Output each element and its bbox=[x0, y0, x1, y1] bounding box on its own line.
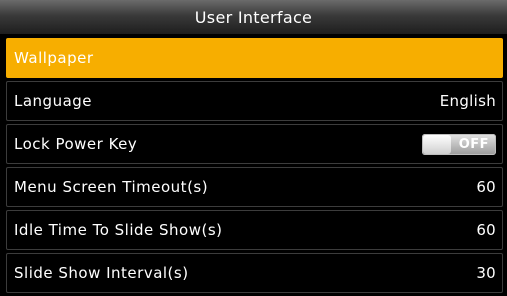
menu-item-slide-show-interval[interactable]: Slide Show Interval(s) 30 bbox=[6, 253, 503, 293]
menu-item-label: Menu Screen Timeout(s) bbox=[14, 178, 209, 196]
menu-item-wallpaper[interactable]: Wallpaper bbox=[6, 38, 503, 78]
menu-item-value: 30 bbox=[476, 264, 496, 282]
toggle-state-label: OFF bbox=[458, 136, 489, 152]
menu-item-lock-power-key[interactable]: Lock Power Key OFF bbox=[6, 124, 503, 164]
menu-item-idle-time-to-slide-show[interactable]: Idle Time To Slide Show(s) 60 bbox=[6, 210, 503, 250]
toggle-knob bbox=[423, 134, 451, 154]
menu-item-label: Idle Time To Slide Show(s) bbox=[14, 221, 223, 239]
page-title: User Interface bbox=[0, 0, 507, 34]
menu-item-label: Slide Show Interval(s) bbox=[14, 264, 189, 282]
menu-item-value: 60 bbox=[476, 221, 496, 239]
lock-power-key-toggle[interactable]: OFF bbox=[422, 133, 496, 155]
menu-item-menu-screen-timeout[interactable]: Menu Screen Timeout(s) 60 bbox=[6, 167, 503, 207]
menu-item-label: Wallpaper bbox=[14, 49, 94, 67]
menu-item-label: Language bbox=[14, 92, 93, 110]
settings-menu: Wallpaper Language English Lock Power Ke… bbox=[6, 38, 503, 296]
menu-item-label: Lock Power Key bbox=[14, 135, 138, 153]
user-interface-screen: User Interface Wallpaper Language Englis… bbox=[0, 0, 507, 293]
menu-item-value: English bbox=[439, 92, 496, 110]
menu-item-language[interactable]: Language English bbox=[6, 81, 503, 121]
menu-item-value: 60 bbox=[476, 178, 496, 196]
